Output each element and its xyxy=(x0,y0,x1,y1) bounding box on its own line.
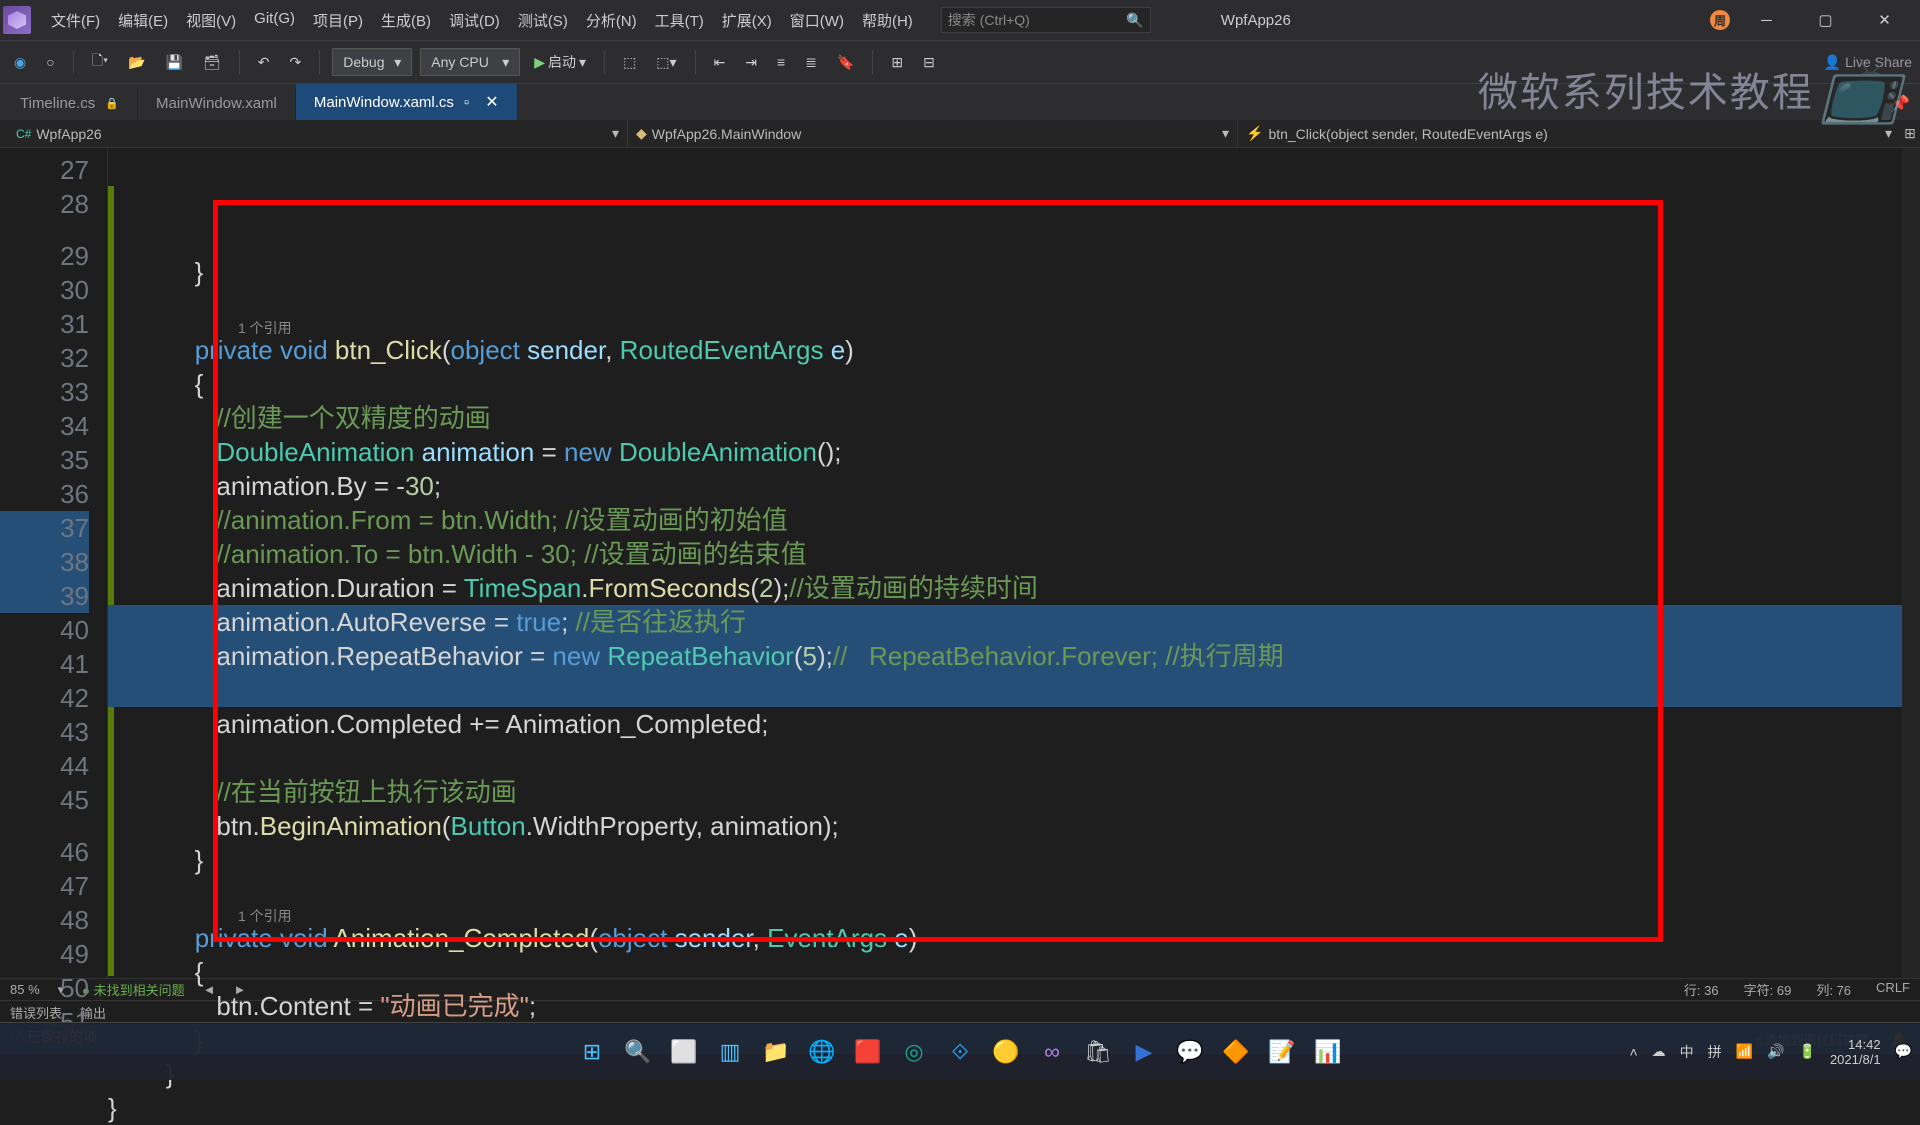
indent-less-button[interactable]: ⇤ xyxy=(708,51,732,74)
close-tab-icon[interactable]: ✕ xyxy=(485,92,498,112)
code-area[interactable]: } 1 个引用 private void btn_Click(object se… xyxy=(108,148,1920,978)
new-project-button[interactable]: 🗋▾ xyxy=(86,47,114,77)
indent-more-button[interactable]: ⇥ xyxy=(739,51,763,74)
app-icon-5[interactable]: 📊 xyxy=(1308,1032,1348,1072)
search-input[interactable]: 搜索 (Ctrl+Q) 🔍 xyxy=(941,7,1151,33)
crumb-project[interactable]: C#WpfApp26▾ xyxy=(8,120,628,147)
app-icon-3[interactable]: 🟡 xyxy=(986,1032,1026,1072)
app-title: WpfApp26 xyxy=(1221,12,1291,29)
tab-timeline[interactable]: Timeline.cs🔒 xyxy=(2,87,138,120)
volume-icon[interactable]: 🔊 xyxy=(1767,1043,1784,1060)
wifi-icon[interactable]: 📶 xyxy=(1736,1043,1753,1060)
save-button[interactable]: 💾 xyxy=(160,51,189,74)
comment-button[interactable]: ≡ xyxy=(771,51,791,73)
step-over-button[interactable]: ⬚▾ xyxy=(650,51,682,74)
explorer-icon[interactable]: 📁 xyxy=(756,1032,796,1072)
tab-mainwindow-xaml[interactable]: MainWindow.xaml xyxy=(138,87,296,120)
code-editor[interactable]: 2728293031323334353637383940414243444546… xyxy=(0,148,1920,978)
menu-file[interactable]: 文件(F) xyxy=(43,6,108,35)
close-button[interactable]: ✕ xyxy=(1862,0,1907,40)
pinyin-indicator[interactable]: 拼 xyxy=(1708,1042,1722,1062)
menu-project[interactable]: 项目(P) xyxy=(305,6,371,35)
uncomment-button[interactable]: ≣ xyxy=(799,51,823,74)
tab-mainwindow-xaml-cs[interactable]: MainWindow.xaml.cs▫✕ xyxy=(296,84,518,120)
bookmark-button[interactable]: 🔖 xyxy=(831,51,860,74)
menu-view[interactable]: 视图(V) xyxy=(178,6,244,35)
widgets-icon[interactable]: ▥ xyxy=(710,1032,750,1072)
ime-indicator[interactable]: 中 xyxy=(1680,1042,1694,1062)
tool2-button[interactable]: ⊟ xyxy=(917,51,941,74)
menubar: 文件(F) 编辑(E) 视图(V) Git(G) 项目(P) 生成(B) 调试(… xyxy=(43,6,921,35)
menu-help[interactable]: 帮助(H) xyxy=(854,6,921,35)
taskview-icon[interactable]: ⬜ xyxy=(664,1032,704,1072)
notes-icon[interactable]: 📝 xyxy=(1262,1032,1302,1072)
visualstudio-icon[interactable]: ∞ xyxy=(1032,1032,1072,1072)
powerautomate-icon[interactable]: ▶ xyxy=(1124,1032,1164,1072)
open-button[interactable]: 📂 xyxy=(122,51,151,74)
method-icon: ⚡ xyxy=(1246,125,1263,142)
tray-chevron-icon[interactable]: ˄ xyxy=(1629,1044,1637,1060)
redo-button[interactable]: ↷ xyxy=(284,51,308,74)
minimap[interactable] xyxy=(1902,148,1920,978)
split-button[interactable]: ⊞ xyxy=(1900,125,1920,142)
menu-extensions[interactable]: 扩展(X) xyxy=(714,6,780,35)
config-dropdown[interactable]: Debug▾ xyxy=(332,48,412,76)
menu-debug[interactable]: 调试(D) xyxy=(441,6,508,35)
menu-edit[interactable]: 编辑(E) xyxy=(110,6,176,35)
menu-tools[interactable]: 工具(T) xyxy=(647,6,712,35)
menu-git[interactable]: Git(G) xyxy=(246,6,303,35)
search-icon: 🔍 xyxy=(1126,12,1143,29)
undo-button[interactable]: ↶ xyxy=(252,51,276,74)
app-icon-1[interactable]: 🟥 xyxy=(848,1032,888,1072)
csharp-icon: C# xyxy=(16,127,31,141)
dirty-icon: ▫ xyxy=(464,94,469,111)
start-button-win[interactable]: ⊞ xyxy=(572,1032,612,1072)
nav-back-button[interactable]: ◉ xyxy=(8,51,32,74)
vs-logo-icon xyxy=(3,6,31,34)
taskbar: ⊞ 🔍 ⬜ ▥ 📁 🌐 🟥 ◎ ⟐ 🟡 ∞ 🛍 ▶ 💬 🔶 📝 📊 ˄ ☁ 中 … xyxy=(0,1022,1920,1080)
line-gutter: 2728293031323334353637383940414243444546… xyxy=(0,148,108,978)
menu-test[interactable]: 测试(S) xyxy=(510,6,576,35)
menu-window[interactable]: 窗口(W) xyxy=(782,6,852,35)
store-icon[interactable]: 🛍 xyxy=(1078,1032,1118,1072)
tool1-button[interactable]: ⊞ xyxy=(885,51,909,74)
clock[interactable]: 14:422021/8/1 xyxy=(1830,1037,1881,1067)
wechat-icon[interactable]: 💬 xyxy=(1170,1032,1210,1072)
minimize-button[interactable]: ─ xyxy=(1744,0,1789,40)
platform-dropdown[interactable]: Any CPU▾ xyxy=(420,48,520,76)
battery-icon[interactable]: 🔋 xyxy=(1799,1043,1816,1060)
search-placeholder: 搜索 (Ctrl+Q) xyxy=(948,10,1030,30)
step-button[interactable]: ⬚ xyxy=(617,51,642,74)
maximize-button[interactable]: ▢ xyxy=(1803,0,1848,40)
crumb-namespace[interactable]: ◆WpfApp26.MainWindow▾ xyxy=(628,120,1238,147)
start-button[interactable]: ▶启动▾ xyxy=(528,49,592,75)
search-taskbar-icon[interactable]: 🔍 xyxy=(618,1032,658,1072)
app-icon-2[interactable]: ◎ xyxy=(894,1032,934,1072)
menu-build[interactable]: 生成(B) xyxy=(373,6,439,35)
app-icon-4[interactable]: 🔶 xyxy=(1216,1032,1256,1072)
menu-analyze[interactable]: 分析(N) xyxy=(578,6,645,35)
system-tray: ˄ ☁ 中 拼 📶 🔊 🔋 14:422021/8/1 💬 xyxy=(1629,1037,1912,1067)
onedrive-icon[interactable]: ☁ xyxy=(1652,1043,1666,1060)
user-badge-icon[interactable]: 周 xyxy=(1710,10,1730,30)
edge-icon[interactable]: 🌐 xyxy=(802,1032,842,1072)
notification-center-icon[interactable]: 💬 xyxy=(1895,1043,1912,1060)
nav-fwd-button[interactable]: ○ xyxy=(40,51,60,73)
save-all-button[interactable]: 🗃 xyxy=(197,51,227,74)
lock-icon: 🔒 xyxy=(105,97,119,110)
vscode-icon[interactable]: ⟐ xyxy=(940,1032,980,1072)
titlebar: 文件(F) 编辑(E) 视图(V) Git(G) 项目(P) 生成(B) 调试(… xyxy=(0,0,1920,40)
video-watermark: 微软系列技术教程 📺 xyxy=(1478,50,1900,128)
class-icon: ◆ xyxy=(636,125,647,142)
